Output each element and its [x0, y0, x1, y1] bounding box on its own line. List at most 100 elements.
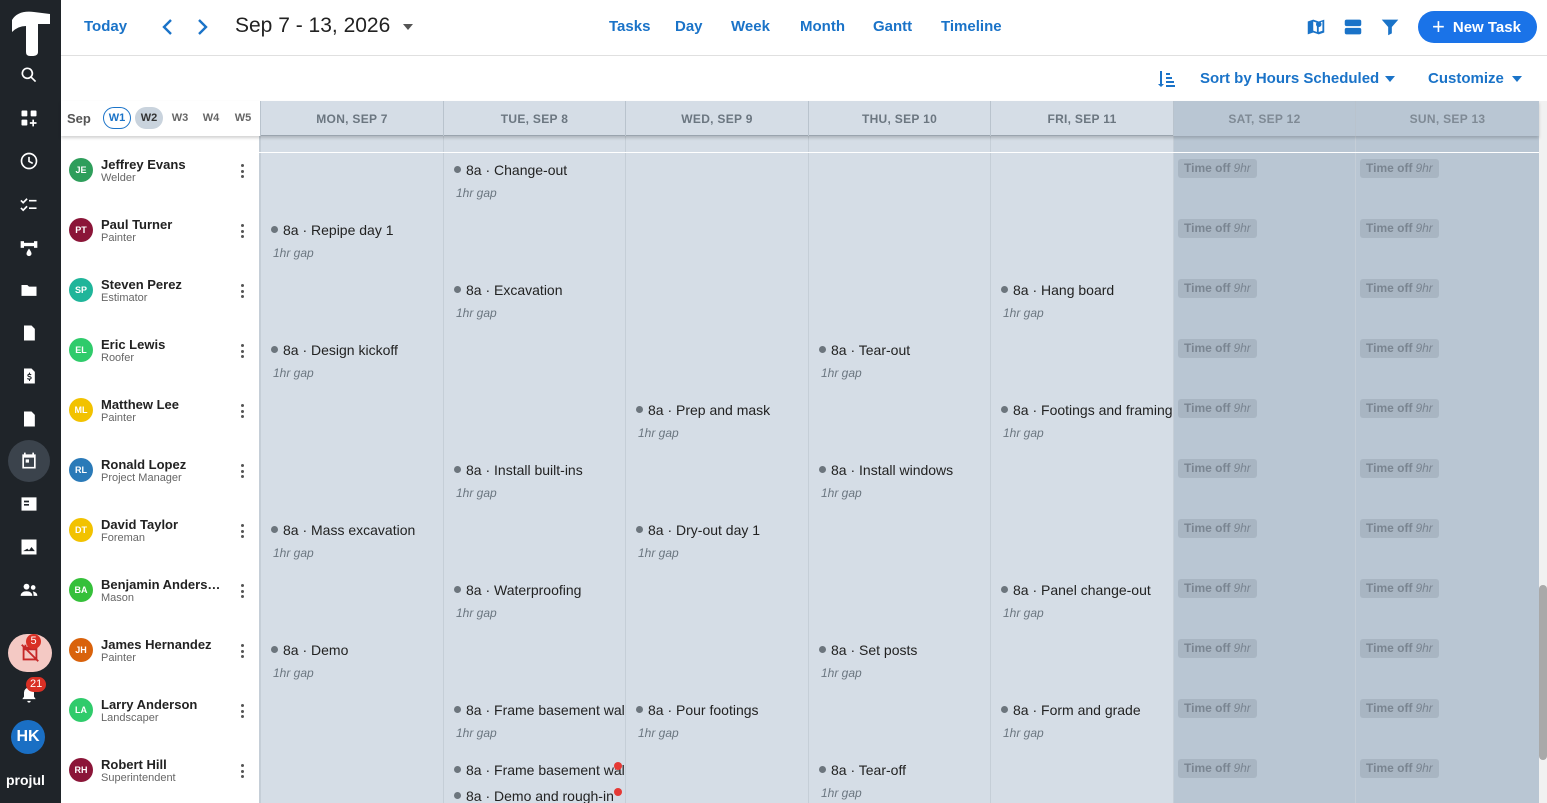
resource-person[interactable]: EL Eric Lewis Roofer — [61, 333, 260, 393]
task-item[interactable]: 8a · Demo and rough-in — [454, 788, 614, 803]
task-item[interactable]: 8a · Frame basement walls — [454, 702, 625, 718]
next-week-button[interactable] — [192, 15, 212, 39]
day-cell[interactable]: Time off9hr — [1355, 333, 1539, 393]
customize-dropdown[interactable]: Customize — [1428, 70, 1504, 87]
sort-chevron-down-icon[interactable] — [1385, 76, 1395, 82]
day-cell[interactable] — [260, 273, 443, 333]
more-options-icon[interactable] — [241, 404, 245, 420]
avatar[interactable]: RL — [69, 458, 93, 482]
time-off-chip[interactable]: Time off 9hr — [1178, 279, 1257, 298]
filter-icon[interactable] — [1379, 16, 1403, 40]
resource-name[interactable]: Eric Lewis — [101, 337, 165, 352]
day-cell[interactable] — [808, 513, 990, 573]
day-cell[interactable]: Time off9hr — [1173, 573, 1355, 633]
time-off-chip[interactable]: Time off 9hr — [1360, 399, 1439, 418]
day-cell[interactable] — [808, 273, 990, 333]
day-cell[interactable] — [990, 136, 1173, 152]
day-cell[interactable]: 8a · Tear-off 1hr gap — [808, 753, 990, 803]
avatar[interactable]: RH — [69, 758, 93, 782]
day-cell[interactable] — [260, 573, 443, 633]
sort-dropdown[interactable]: Sort by Hours Scheduled — [1200, 70, 1379, 87]
document-icon[interactable] — [17, 407, 41, 431]
day-cell[interactable] — [260, 136, 443, 152]
resource-name[interactable]: Steven Perez — [101, 277, 182, 292]
more-options-icon[interactable] — [241, 704, 245, 720]
calendar-icon[interactable] — [17, 449, 41, 473]
map-icon[interactable] — [1305, 16, 1329, 40]
day-cell[interactable]: 8a · Excavation 1hr gap — [443, 273, 625, 333]
day-cell[interactable]: 8a · Mass excavation 1hr gap — [260, 513, 443, 573]
day-cell[interactable] — [443, 393, 625, 453]
day-cell[interactable] — [443, 136, 625, 152]
clock-icon[interactable] — [17, 149, 41, 173]
time-off-chip[interactable]: Time off 9hr — [1360, 219, 1439, 238]
task-item[interactable]: 8a · Repipe day 1 — [271, 222, 394, 238]
dashboard-icon[interactable] — [17, 106, 41, 130]
time-off-chip[interactable]: Time off 9hr — [1178, 759, 1257, 778]
day-cell[interactable] — [990, 153, 1173, 213]
day-cell[interactable]: Time off9hr — [1355, 136, 1539, 152]
day-cell[interactable] — [808, 573, 990, 633]
time-off-chip[interactable]: Time off 9hr — [1360, 159, 1439, 178]
time-off-chip[interactable]: Time off 9hr — [1178, 159, 1257, 178]
task-item[interactable]: 8a · Waterproofing — [454, 582, 581, 598]
task-item[interactable]: 8a · Excavation — [454, 282, 563, 298]
time-off-chip[interactable]: Time off 9hr — [1178, 699, 1257, 718]
day-cell[interactable] — [990, 333, 1173, 393]
more-options-icon[interactable] — [241, 764, 245, 780]
day-cell[interactable]: Time off9hr — [1173, 393, 1355, 453]
day-cell[interactable]: Time off9hr — [1355, 213, 1539, 273]
time-off-chip[interactable]: Time off 9hr — [1360, 339, 1439, 358]
task-item[interactable]: 8a · Prep and mask — [636, 402, 770, 418]
avatar[interactable]: SP — [69, 278, 93, 302]
day-cell[interactable]: Time off9hr — [1355, 693, 1539, 753]
resource-person[interactable]: JH James Hernandez Painter — [61, 633, 260, 693]
day-cell[interactable]: 8a · Demo 1hr gap — [260, 633, 443, 693]
day-cell[interactable]: Time off9hr — [1173, 273, 1355, 333]
day-cell[interactable]: Time off9hr — [1355, 273, 1539, 333]
day-cell[interactable]: Time off9hr — [1355, 453, 1539, 513]
day-cell[interactable] — [625, 453, 808, 513]
day-cell[interactable]: 8a · Hang board 1hr gap — [990, 273, 1173, 333]
avatar[interactable]: JE — [69, 158, 93, 182]
day-cell[interactable]: 8a · Prep and mask 1hr gap — [625, 393, 808, 453]
task-item[interactable]: 8a · Dry-out day 1 — [636, 522, 760, 538]
task-item[interactable]: 8a · Panel change-out — [1001, 582, 1151, 598]
day-cell[interactable] — [808, 213, 990, 273]
more-options-icon[interactable] — [241, 524, 245, 540]
avatar[interactable]: ML — [69, 398, 93, 422]
task-item[interactable]: 8a · Pour footings — [636, 702, 759, 718]
time-off-chip[interactable]: Time off 9hr — [1178, 639, 1257, 658]
view-day-tab[interactable]: Day — [675, 18, 703, 35]
day-cell[interactable]: 8a · Design kickoff 1hr gap — [260, 333, 443, 393]
task-board-icon[interactable] — [17, 492, 41, 516]
day-cell[interactable] — [443, 213, 625, 273]
resource-name[interactable]: Robert Hill — [101, 757, 167, 772]
task-item[interactable]: 8a · Install built-ins — [454, 462, 583, 478]
time-off-chip[interactable]: Time off 9hr — [1360, 279, 1439, 298]
day-cell[interactable] — [260, 153, 443, 213]
view-timeline-tab[interactable]: Timeline — [941, 18, 1002, 35]
time-off-chip[interactable]: Time off 9hr — [1178, 579, 1257, 598]
customize-chevron-down-icon[interactable] — [1512, 76, 1522, 82]
day-cell[interactable]: 8a · Tear-out 1hr gap — [808, 333, 990, 393]
time-off-chip[interactable]: Time off 9hr — [1360, 459, 1439, 478]
day-cell[interactable]: Time off9hr — [1355, 633, 1539, 693]
day-cell[interactable]: Time off9hr — [1355, 513, 1539, 573]
week-4-button[interactable]: W4 — [197, 107, 225, 129]
checklist-icon[interactable] — [17, 192, 41, 216]
day-cell[interactable]: Time off9hr — [1355, 753, 1539, 803]
day-cell[interactable]: 8a · Set posts 1hr gap — [808, 633, 990, 693]
resource-name[interactable]: Larry Anderson — [101, 697, 197, 712]
day-cell[interactable] — [990, 513, 1173, 573]
pipe-icon[interactable] — [17, 235, 41, 259]
week-2-button[interactable]: W2 — [135, 107, 163, 129]
people-icon[interactable] — [17, 578, 41, 602]
day-cell[interactable]: 8a · Waterproofing 1hr gap — [443, 573, 625, 633]
resource-person[interactable]: BA Benjamin Anders… Mason — [61, 573, 260, 633]
resource-person[interactable]: DT David Taylor Foreman — [61, 513, 260, 573]
day-cell[interactable]: Time off9hr — [1355, 573, 1539, 633]
resource-name[interactable]: Jeffrey Evans — [101, 157, 186, 172]
resource-name[interactable]: Benjamin Anders… — [101, 577, 220, 592]
projul-hammer-logo[interactable] — [8, 6, 54, 56]
